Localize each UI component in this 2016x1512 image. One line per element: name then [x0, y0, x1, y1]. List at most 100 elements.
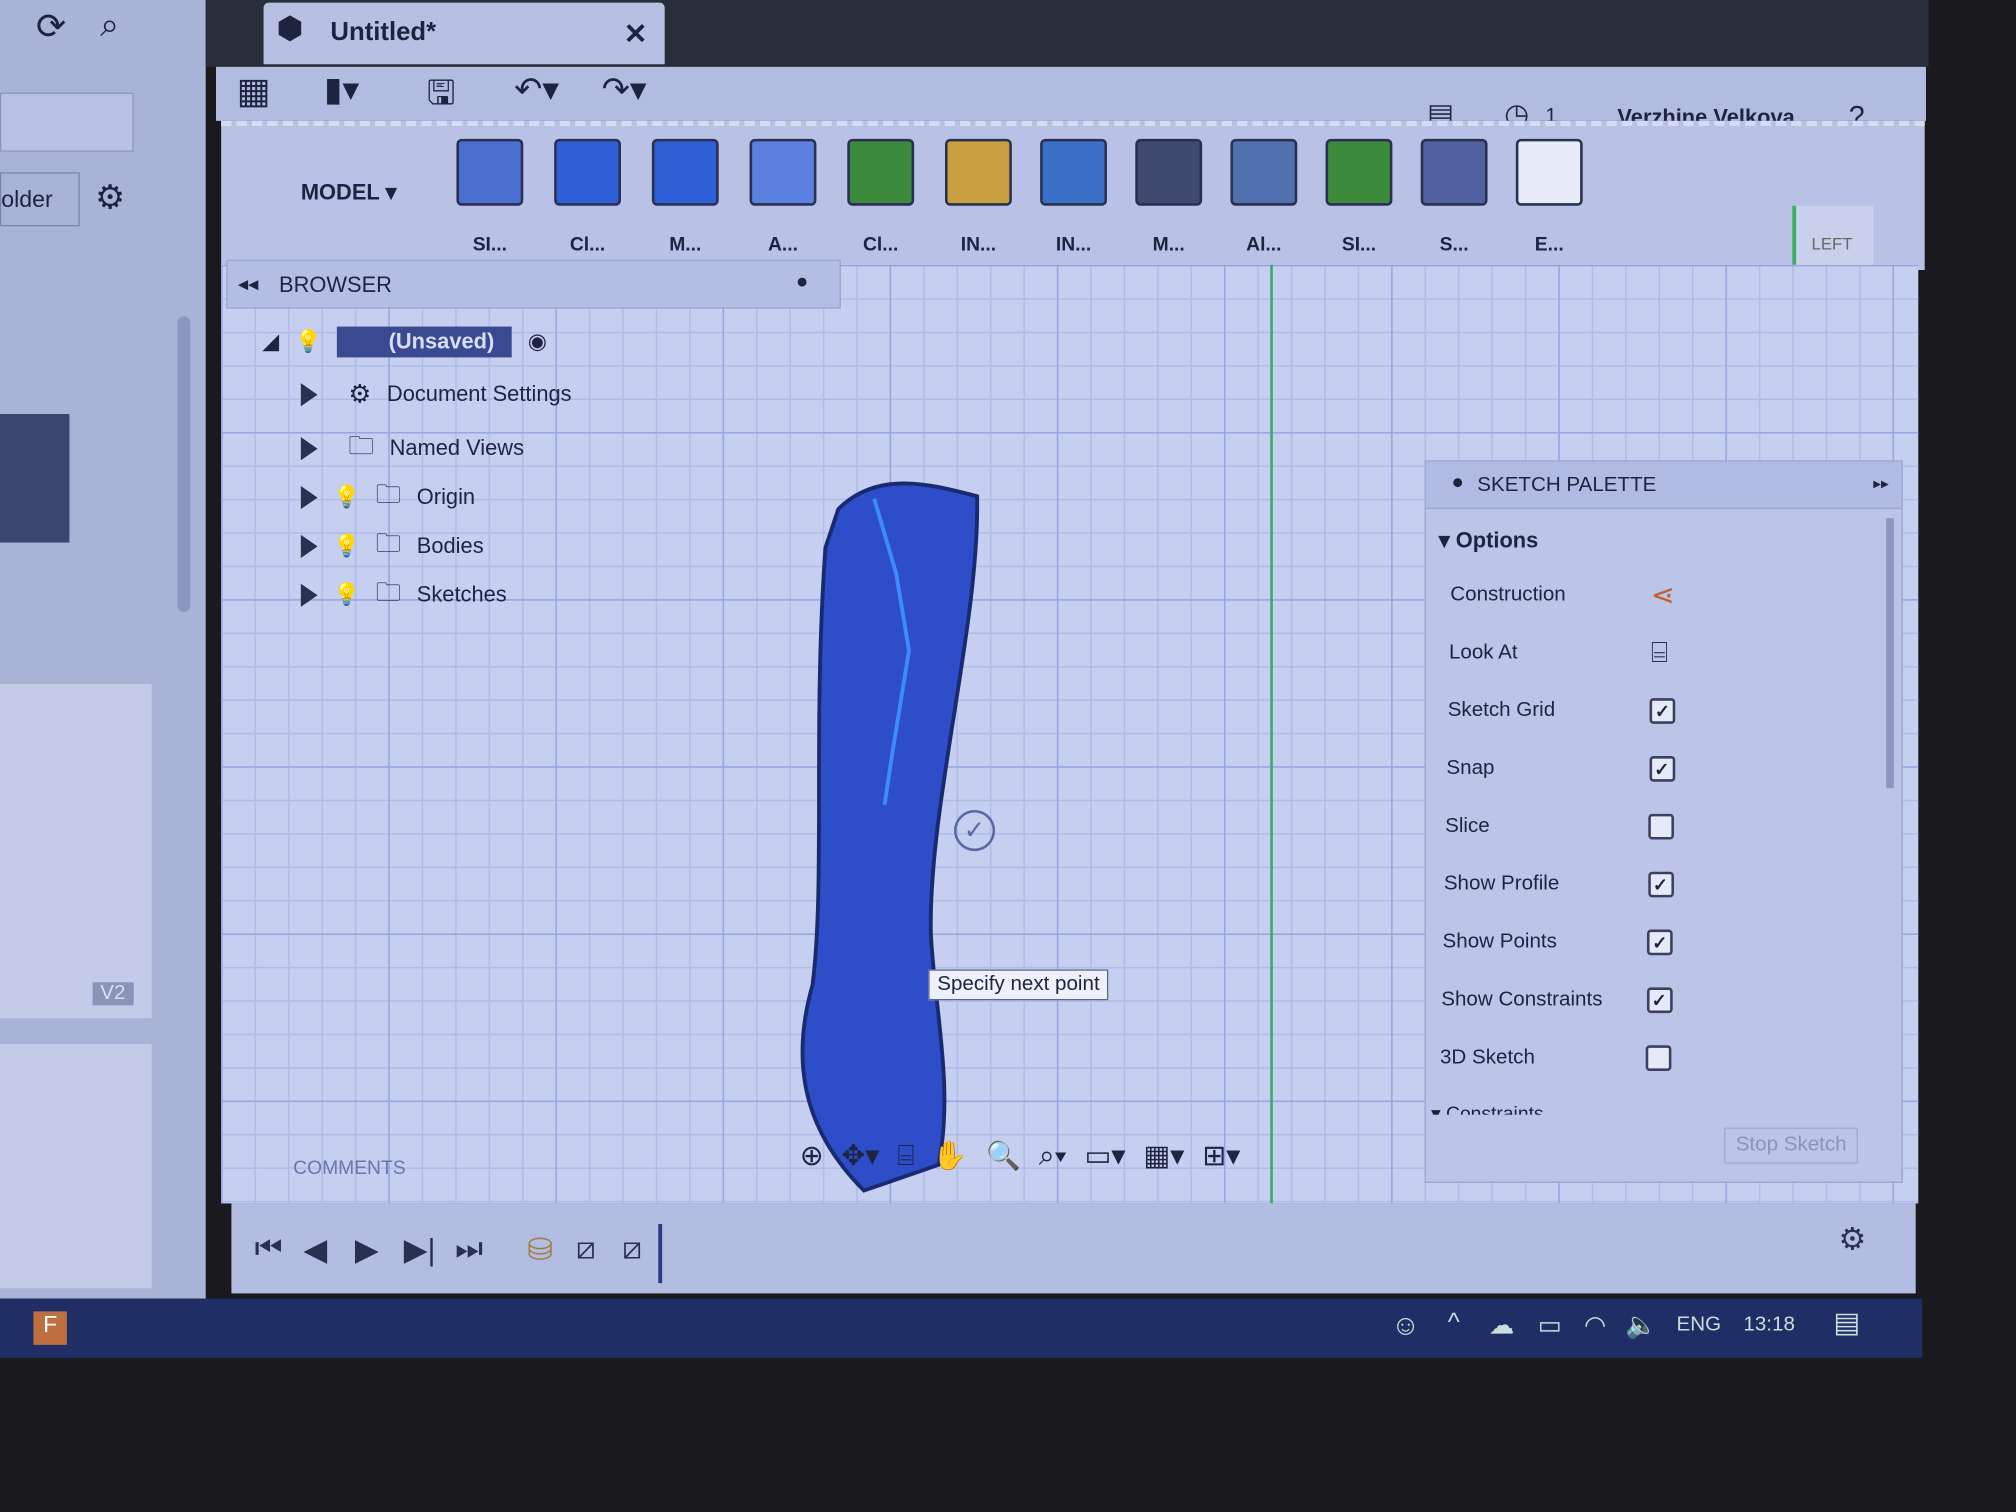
collapse-icon[interactable]: ◂◂: [238, 271, 259, 297]
refresh-icon[interactable]: ⟳: [36, 5, 66, 47]
timeline-marker[interactable]: [658, 1223, 663, 1284]
browser-item[interactable]: 💡 🗀 Origin: [300, 476, 475, 520]
tool-select[interactable]: SI...: [1314, 138, 1404, 256]
undo-icon[interactable]: ↶▾: [514, 69, 559, 109]
construction-icon[interactable]: ⋖: [1651, 579, 1675, 612]
look-at-icon[interactable]: ⌸: [897, 1139, 914, 1172]
apps-grid-icon[interactable]: ▦: [237, 69, 271, 111]
lightbulb-icon[interactable]: 💡: [333, 582, 360, 608]
fit-icon[interactable]: ⌕▾: [1039, 1139, 1067, 1172]
minimize-icon[interactable]: ●: [1452, 472, 1464, 495]
viewports-icon[interactable]: ⊞▾: [1202, 1139, 1240, 1172]
timeline-settings-icon[interactable]: ⚙: [1839, 1221, 1867, 1258]
tool-inspect[interactable]: IN...: [933, 138, 1023, 256]
timeline-sketch-feature-icon[interactable]: ⧄: [622, 1232, 642, 1268]
tool-sketch[interactable]: SI...: [445, 138, 535, 256]
checkbox-snap[interactable]: ✓: [1648, 755, 1675, 782]
mesh-body: [800, 481, 980, 1193]
battery-icon[interactable]: ▭: [1538, 1309, 1562, 1341]
pan-icon[interactable]: ✋: [932, 1139, 967, 1172]
palette-header[interactable]: ● SKETCH PALETTE ▸▸: [1425, 461, 1902, 510]
tool-label: Cl...: [569, 233, 606, 256]
checkbox-show-constraints[interactable]: ✓: [1646, 987, 1673, 1014]
expand-triangle-icon[interactable]: [300, 534, 318, 558]
lightbulb-icon[interactable]: 💡: [295, 329, 322, 355]
wifi-icon[interactable]: ◠: [1584, 1309, 1606, 1341]
look-at-icon[interactable]: ⌸: [1651, 636, 1668, 669]
close-icon[interactable]: ✕: [624, 18, 648, 51]
tool-insert[interactable]: IN...: [1029, 138, 1119, 256]
palette-scrollbar[interactable]: [1886, 518, 1894, 789]
tool-construct[interactable]: Cl...: [836, 138, 926, 256]
expand-triangle-icon[interactable]: [300, 485, 318, 510]
tool-label: SI...: [472, 233, 508, 256]
confirm-check-icon[interactable]: ✓: [953, 809, 996, 852]
lightbulb-icon[interactable]: 💡: [333, 485, 360, 511]
previous-step-icon[interactable]: ◀: [303, 1232, 327, 1269]
expand-triangle-icon[interactable]: [300, 382, 318, 406]
checkbox-show-points[interactable]: ✓: [1646, 929, 1673, 956]
thumbnail[interactable]: [0, 683, 152, 1019]
browser-item[interactable]: 💡 🗀 Sketches: [300, 573, 507, 617]
file-menu-icon[interactable]: ▮▾: [324, 69, 359, 109]
add-comment-icon[interactable]: ⊕: [800, 1139, 824, 1172]
palette-option-label: Slice: [1445, 815, 1490, 837]
stop-sketch-button[interactable]: Stop Sketch: [1724, 1127, 1859, 1164]
people-icon[interactable]: ☺: [1391, 1309, 1420, 1342]
constraints-section-header[interactable]: ▾ Constraints: [1431, 1102, 1544, 1115]
tool-stop-sketch[interactable]: E...: [1504, 138, 1594, 256]
browser-root[interactable]: ◢ 💡 (Unsaved) ◉: [262, 326, 547, 358]
insert-icon: [1040, 138, 1107, 206]
browser-item[interactable]: ⚙ Document Settings: [300, 378, 572, 410]
browser-item[interactable]: 🗀 Named Views: [300, 427, 524, 471]
tool-create[interactable]: Cl...: [543, 138, 633, 256]
checkbox-sketch-grid[interactable]: ✓: [1649, 698, 1676, 724]
language-indicator[interactable]: ENG: [1677, 1314, 1722, 1337]
scrollbar[interactable]: [177, 316, 191, 612]
workspace-selector[interactable]: MODEL ▾: [301, 180, 397, 206]
collapse-triangle-icon[interactable]: ◢: [262, 329, 279, 355]
expand-triangle-icon[interactable]: [300, 583, 318, 607]
clock[interactable]: 13:18: [1743, 1314, 1794, 1337]
first-step-icon[interactable]: ⏮: [255, 1232, 283, 1268]
gear-icon[interactable]: ⚙: [95, 177, 125, 217]
redo-icon[interactable]: ↷▾: [602, 69, 647, 109]
browser-item[interactable]: 💡 🗀 Bodies: [300, 525, 484, 569]
thumbnail[interactable]: [0, 1043, 152, 1289]
grid-settings-icon[interactable]: ▦▾: [1143, 1139, 1184, 1172]
zoom-icon[interactable]: 🔍: [986, 1139, 1021, 1172]
tool-make[interactable]: M...: [1124, 138, 1214, 256]
display-settings-icon[interactable]: ▭▾: [1084, 1139, 1125, 1172]
new-folder-button[interactable]: older: [0, 172, 80, 227]
activate-icon[interactable]: ◉: [528, 329, 547, 355]
lightbulb-icon[interactable]: 💡: [333, 534, 360, 560]
onedrive-icon[interactable]: ☁: [1489, 1309, 1515, 1341]
expand-icon[interactable]: ▸▸: [1873, 474, 1888, 492]
checkbox-3d-sketch[interactable]: [1645, 1045, 1672, 1071]
checkbox-show-profile[interactable]: ✓: [1647, 871, 1674, 898]
timeline-sketch-feature-icon[interactable]: ⧄: [576, 1232, 596, 1268]
tray-chevron-icon[interactable]: ^: [1448, 1309, 1460, 1339]
tool-assemble[interactable]: A...: [738, 138, 828, 256]
options-section-header[interactable]: ▾ Options: [1439, 528, 1539, 554]
checkbox-slice[interactable]: [1648, 813, 1674, 840]
last-step-icon[interactable]: ⏭: [455, 1232, 483, 1268]
volume-icon[interactable]: 🔈: [1625, 1309, 1657, 1341]
thumbnail[interactable]: [0, 413, 70, 543]
search-icon[interactable]: ⌕: [100, 5, 119, 46]
save-icon[interactable]: 🖫: [427, 69, 455, 126]
next-step-icon[interactable]: ▶|: [404, 1232, 436, 1269]
tool-modify[interactable]: M...: [640, 138, 730, 256]
expand-triangle-icon[interactable]: [300, 437, 318, 461]
action-center-icon[interactable]: ▤: [1833, 1306, 1860, 1339]
assemble-icon: [749, 138, 817, 206]
tool-addins[interactable]: Al...: [1219, 138, 1309, 256]
document-tab[interactable]: ⬢ Untitled* ✕: [263, 2, 665, 65]
timeline-mesh-feature-icon[interactable]: ⛁: [527, 1232, 553, 1269]
search-field[interactable]: [0, 92, 134, 152]
pin-icon[interactable]: ●: [796, 271, 808, 294]
play-icon[interactable]: ▶: [355, 1232, 379, 1269]
orbit-icon[interactable]: ✥▾: [841, 1139, 879, 1172]
tool-sheet-metal[interactable]: S...: [1409, 138, 1499, 256]
fusion-app-icon[interactable]: F: [33, 1311, 67, 1345]
